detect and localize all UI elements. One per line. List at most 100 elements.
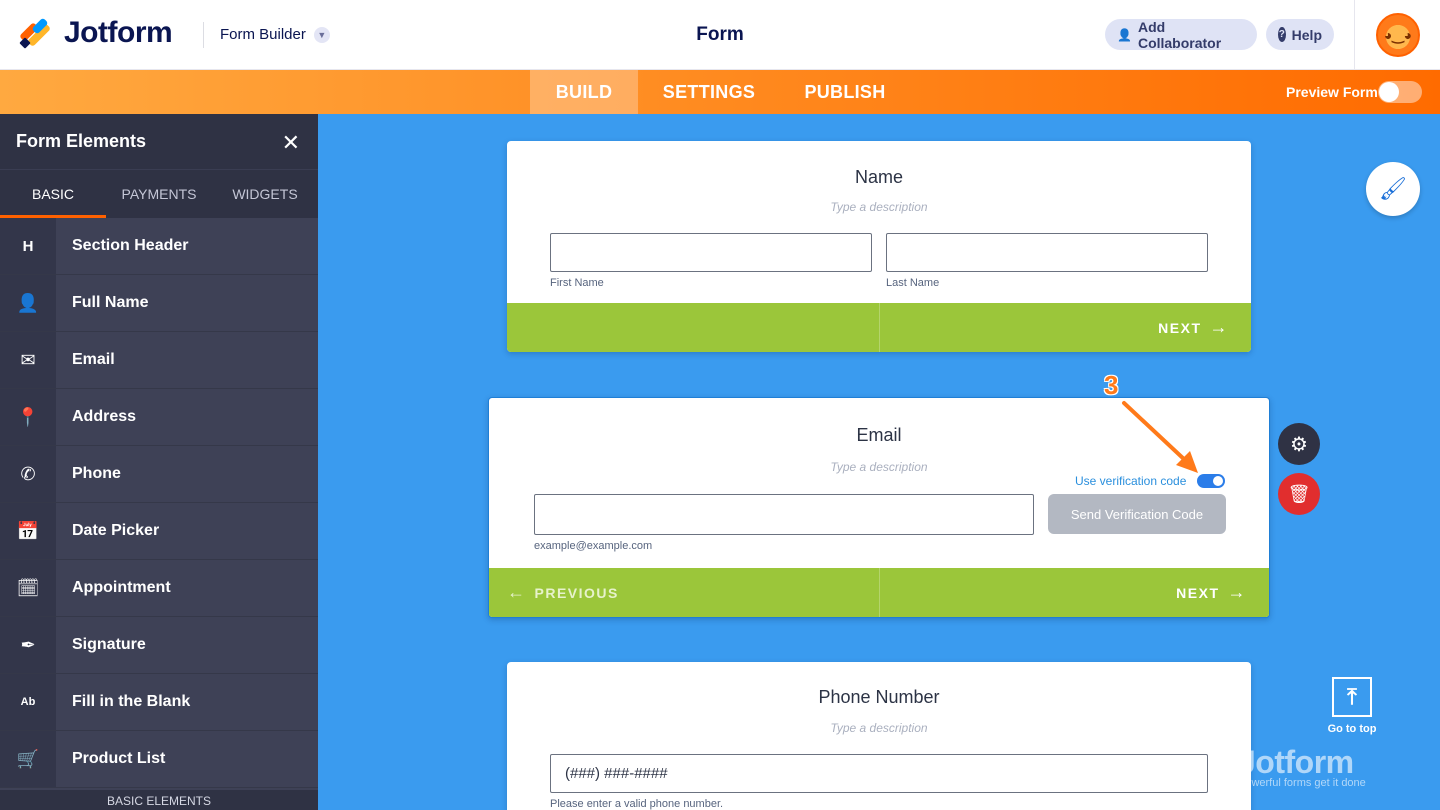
tab-publish[interactable]: PUBLISH [795,70,895,114]
first-name-sublabel[interactable]: First Name [550,277,604,289]
add-collaborator-label: Add Collaborator [1137,18,1222,51]
element-label: Appointment [72,579,171,596]
form-canvas: Name Type a description First Name Last … [318,114,1440,810]
arrow-right-icon: → [1227,582,1247,602]
question-title[interactable]: Phone Number [507,687,1251,708]
phone-icon: ✆ [0,446,56,502]
map-pin-icon: 📍 [0,389,56,445]
previous-label: PREVIOUS [534,584,619,601]
go-to-top-button[interactable]: ⤒ Go to top [1320,677,1384,735]
phone-sublabel[interactable]: Please enter a valid phone number. [550,798,723,810]
element-phone[interactable]: ✆ Phone [0,446,318,503]
watermark-subtitle: Powerful forms get it done [1238,777,1366,789]
email-input[interactable] [534,494,1034,535]
preview-form-label: Preview Form [1286,84,1378,100]
pen-icon: ✒ [0,617,56,673]
element-section-header[interactable]: H Section Header [0,218,318,275]
last-name-sublabel[interactable]: Last Name [886,277,939,289]
element-label: Full Name [72,294,149,311]
tab-build[interactable]: BUILD [530,70,638,114]
trash-icon[interactable]: 🗑 [1278,473,1320,515]
preview-form-toggle[interactable] [1378,81,1422,103]
annotation-arrow [1122,401,1198,473]
arrow-up-icon: ⤒ [1332,677,1372,717]
jotform-logo-icon [18,17,52,49]
element-date-picker[interactable]: 📅 Date Picker [0,503,318,560]
phone-question-card[interactable]: Phone Number Type a description (###) ##… [507,662,1251,810]
form-designer-button[interactable]: 🖌 [1366,162,1420,216]
element-label: Section Header [72,237,189,254]
question-icon: ? [1278,27,1286,42]
user-card-icon: 👤 [0,275,56,331]
arrow-left-icon: ← [507,582,527,602]
panel-title: Form Elements [16,131,147,151]
email-sublabel[interactable]: example@example.com [534,540,652,552]
next-label: NEXT [1176,584,1220,601]
element-label: Signature [72,636,146,653]
element-label: Product List [72,750,166,767]
close-icon[interactable]: ✕ [282,130,300,156]
element-signature[interactable]: ✒ Signature [0,617,318,674]
user-avatar[interactable]: ◕‿◕ [1376,13,1420,57]
calendar-icon: 📅 [0,503,56,559]
element-product-list[interactable]: 🛒 Product List [0,731,318,788]
tab-basic[interactable]: BASIC [0,170,106,218]
watermark-title: Jotform [1238,744,1354,780]
calendar-check-icon: 🗓 [0,560,56,616]
element-email[interactable]: ✉ Email [0,332,318,389]
gear-icon[interactable]: ⚙ [1278,423,1320,465]
next-button[interactable]: NEXT → [1158,303,1237,352]
phone-input[interactable]: (###) ###-#### [550,754,1208,793]
paint-roller-icon: 🖌 [1379,176,1407,201]
element-address[interactable]: 📍 Address [0,389,318,446]
builder-nav: BUILD SETTINGS PUBLISH Preview Form [0,70,1440,114]
element-label: Email [72,351,115,368]
element-tabs: BASIC PAYMENTS WIDGETS [0,169,318,218]
go-to-top-label: Go to top [1327,723,1377,735]
card-footer: ← PREVIOUS NEXT → [489,568,1269,617]
next-label: NEXT [1158,319,1202,336]
brand-name: Jotform [64,16,173,49]
element-fill-in-the-blank[interactable]: Ab Fill in the Blank [0,674,318,731]
send-verification-button[interactable]: Send Verification Code [1048,494,1226,534]
help-button[interactable]: ? Help [1266,19,1334,50]
element-appointment[interactable]: 🗓 Appointment [0,560,318,617]
first-name-input[interactable] [550,233,872,272]
name-question-card[interactable]: Name Type a description First Name Last … [507,141,1251,352]
question-description[interactable]: Type a description [507,200,1251,214]
tab-payments[interactable]: PAYMENTS [106,170,212,218]
help-label: Help [1291,26,1322,43]
previous-button[interactable]: ← PREVIOUS [507,568,619,617]
form-elements-panel: Form Elements ✕ BASIC PAYMENTS WIDGETS H… [0,114,318,810]
tab-settings[interactable]: SETTINGS [652,70,766,114]
element-full-name[interactable]: 👤 Full Name [0,275,318,332]
next-button[interactable]: NEXT → [1176,568,1255,617]
chevron-down-icon: ▼ [313,26,330,43]
header-separator [1354,0,1355,70]
fill-blank-icon: Ab [0,674,56,730]
form-title[interactable]: Form [620,24,820,46]
heading-icon: H [0,218,56,274]
jotform-watermark: Jotform Powerful forms get it done [1238,744,1366,789]
form-builder-dropdown[interactable]: Form Builder ▼ [220,26,330,43]
arrow-right-icon: → [1209,317,1229,337]
footer-divider [879,303,880,352]
step-number-annotation: 3 [1104,370,1119,400]
card-footer: NEXT → [507,303,1251,352]
form-builder-label: Form Builder [220,26,306,43]
element-label: Phone [72,465,121,482]
question-title[interactable]: Name [507,167,1251,188]
element-label: Fill in the Blank [72,693,191,710]
add-collaborator-button[interactable]: 👤 Add Collaborator [1105,18,1257,51]
top-header: Jotform Form Builder ▼ Form 👤 Add Collab… [0,0,1440,70]
jotform-logo[interactable]: Jotform [18,16,173,50]
panel-header: Form Elements ✕ [0,114,318,169]
cart-icon: 🛒 [0,731,56,787]
element-label: Address [72,408,137,425]
question-description[interactable]: Type a description [507,721,1251,735]
add-user-icon: 👤 [1117,27,1132,42]
last-name-input[interactable] [886,233,1208,272]
footer-divider [879,568,880,617]
envelope-icon: ✉ [0,332,56,388]
tab-widgets[interactable]: WIDGETS [212,170,318,218]
